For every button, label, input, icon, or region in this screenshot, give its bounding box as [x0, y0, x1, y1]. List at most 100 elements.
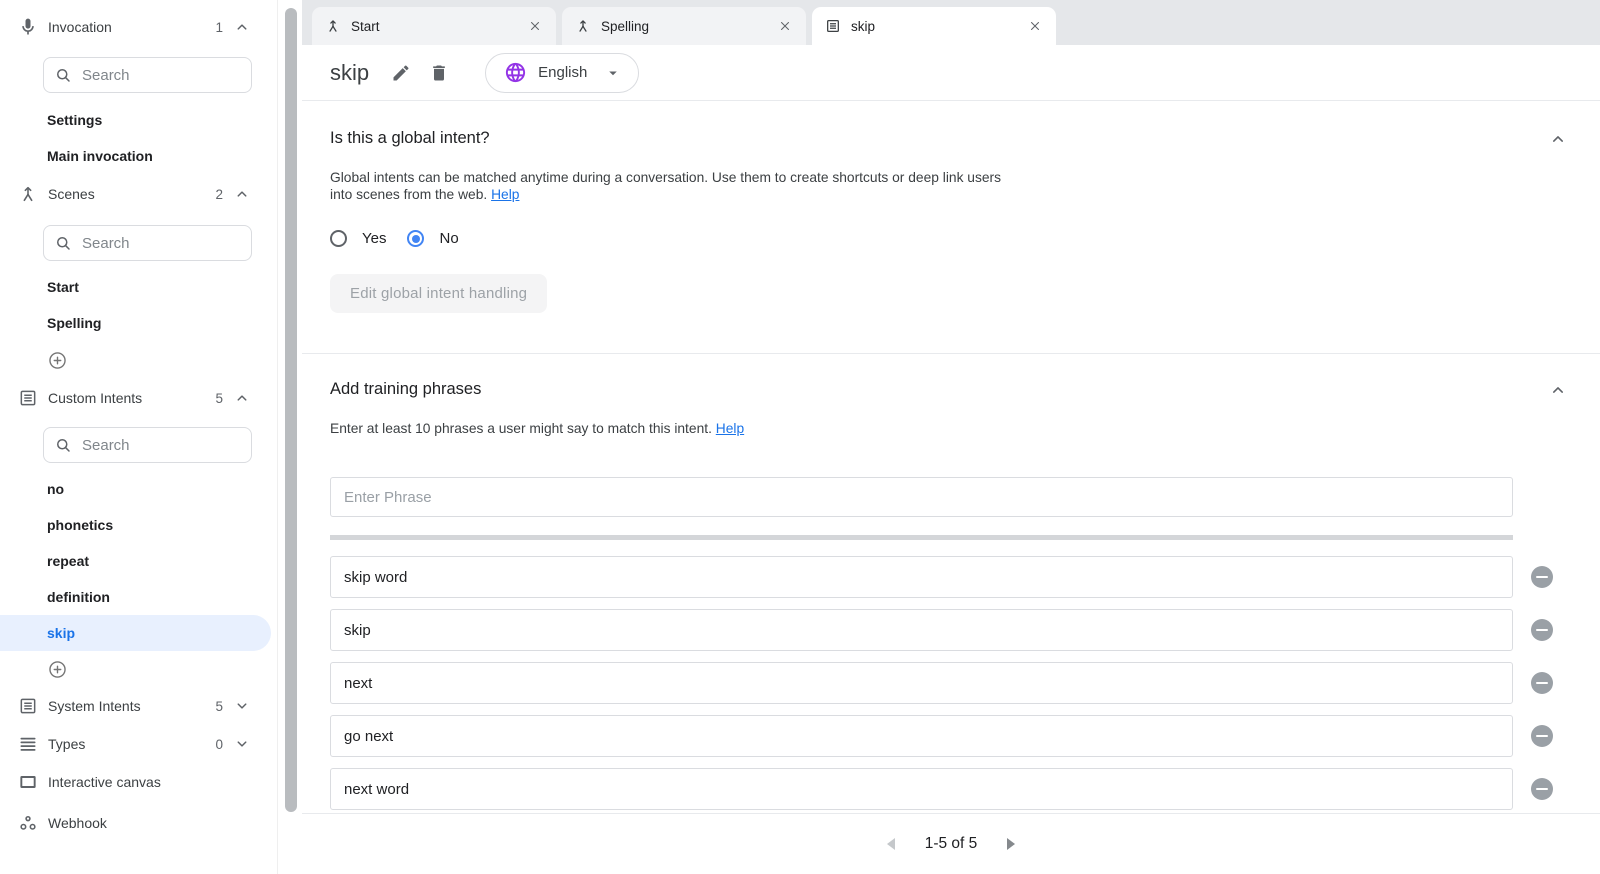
tab-label: skip: [851, 19, 875, 34]
phrase-input[interactable]: [330, 715, 1513, 757]
collapse-card-button[interactable]: [1546, 378, 1570, 402]
sidebar: Invocation 1 Settings Main invocation Sc…: [0, 0, 278, 874]
chevron-up-icon: [233, 389, 251, 407]
pagination: 1-5 of 5: [302, 814, 1600, 874]
sidebar-section-custom-intents[interactable]: Custom Intents 5: [0, 379, 277, 417]
description-text: Enter at least 10 phrases a user might s…: [330, 421, 712, 436]
phrase-input[interactable]: [330, 556, 1513, 598]
edit-global-intent-handling-button[interactable]: Edit global intent handling: [330, 274, 547, 313]
intents-icon: [18, 696, 38, 716]
phrase-input[interactable]: [330, 768, 1513, 810]
intent-header: skip English: [302, 45, 1600, 100]
phrase-input[interactable]: [330, 609, 1513, 651]
sidebar-section-interactive-canvas[interactable]: Interactive canvas: [0, 763, 277, 801]
sidebar-item-spelling[interactable]: Spelling: [0, 305, 277, 341]
sidebar-section-scenes[interactable]: Scenes 2: [0, 174, 277, 214]
section-label: System Intents: [48, 698, 215, 714]
close-icon[interactable]: [778, 19, 792, 33]
chevron-down-icon: [233, 697, 251, 715]
remove-phrase-icon[interactable]: [1531, 619, 1553, 641]
scene-icon: [575, 18, 591, 34]
phrase-row: [330, 715, 1572, 757]
sidebar-section-webhook[interactable]: Webhook: [0, 801, 277, 845]
section-count: 2: [215, 187, 223, 202]
card-heading: Is this a global intent?: [330, 129, 1572, 148]
pagination-label: 1-5 of 5: [925, 835, 978, 853]
chevron-up-icon: [1548, 129, 1568, 149]
global-intent-radio-group: Yes No: [330, 230, 1572, 247]
remove-phrase-icon[interactable]: [1531, 725, 1553, 747]
edit-intent-name-button[interactable]: [387, 59, 415, 87]
radio-selected-icon[interactable]: [407, 230, 424, 247]
next-page-icon[interactable]: [1007, 838, 1015, 850]
sidebar-section-types[interactable]: Types 0: [0, 725, 277, 763]
card-heading: Add training phrases: [330, 380, 1572, 399]
radio-option-yes[interactable]: Yes: [330, 230, 386, 247]
sidebar-section-system-intents[interactable]: System Intents 5: [0, 687, 277, 725]
tab-strip: Start Spelling skip: [302, 0, 1600, 45]
sidebar-item-definition[interactable]: definition: [0, 579, 277, 615]
add-icon[interactable]: [47, 350, 68, 371]
phrase-row: [330, 556, 1572, 598]
collapse-card-button[interactable]: [1546, 127, 1570, 151]
radio-label[interactable]: No: [439, 230, 458, 247]
custom-intents-search: [43, 427, 252, 463]
radio-option-no[interactable]: No: [407, 230, 458, 247]
radio-unselected-icon[interactable]: [330, 230, 347, 247]
help-link[interactable]: Help: [716, 421, 744, 436]
scrollbar-thumb[interactable]: [285, 8, 297, 812]
sidebar-section-invocation[interactable]: Invocation 1: [0, 8, 277, 46]
language-selector[interactable]: English: [485, 53, 639, 93]
radio-label[interactable]: Yes: [362, 230, 386, 247]
sidebar-item-main-invocation[interactable]: Main invocation: [0, 138, 277, 174]
sidebar-section-partial: [0, 859, 277, 874]
trash-icon: [429, 63, 449, 83]
help-link[interactable]: Help: [491, 187, 519, 202]
enter-phrase-input[interactable]: [330, 477, 1513, 517]
remove-phrase-icon[interactable]: [1531, 672, 1553, 694]
tab-skip[interactable]: skip: [812, 7, 1056, 45]
tab-start[interactable]: Start: [312, 7, 556, 45]
add-scene-row: [0, 341, 277, 379]
chevron-up-icon: [233, 18, 251, 36]
sidebar-item-no[interactable]: no: [0, 471, 277, 507]
tab-spelling[interactable]: Spelling: [562, 7, 806, 45]
phrase-row: [330, 768, 1572, 810]
search-input[interactable]: [82, 67, 241, 84]
webhook-icon: [18, 813, 38, 833]
sidebar-item-phonetics[interactable]: phonetics: [0, 507, 277, 543]
card-description: Enter at least 10 phrases a user might s…: [330, 420, 1230, 437]
sidebar-item-start[interactable]: Start: [0, 269, 277, 305]
close-icon[interactable]: [1028, 19, 1042, 33]
previous-page-icon[interactable]: [887, 838, 895, 850]
close-icon[interactable]: [528, 19, 542, 33]
add-intent-row: [0, 651, 277, 687]
intent-icon: [825, 18, 841, 34]
remove-phrase-icon[interactable]: [1531, 566, 1553, 588]
remove-phrase-icon[interactable]: [1531, 778, 1553, 800]
scenes-search: [43, 225, 252, 261]
section-label: Webhook: [48, 815, 251, 831]
section-count: 5: [215, 391, 223, 406]
section-count: 5: [215, 699, 223, 714]
invocation-search: [43, 57, 252, 93]
scenes-icon: [18, 184, 38, 204]
global-intent-card: Is this a global intent? Global intents …: [302, 101, 1600, 353]
sidebar-item-settings[interactable]: Settings: [0, 102, 277, 138]
main-content: Start Spelling skip skip: [302, 0, 1600, 874]
section-label: Interactive canvas: [48, 774, 251, 790]
tab-label: Start: [351, 19, 380, 34]
sidebar-item-repeat[interactable]: repeat: [0, 543, 277, 579]
sidebar-item-skip[interactable]: skip: [0, 615, 271, 651]
mic-icon: [18, 17, 38, 37]
search-icon: [54, 234, 72, 252]
search-input[interactable]: [82, 235, 241, 252]
horizontal-scrollbar[interactable]: [330, 535, 1513, 540]
delete-intent-button[interactable]: [425, 59, 453, 87]
add-icon[interactable]: [47, 659, 68, 680]
section-label: Custom Intents: [48, 390, 215, 406]
description-text: Global intents can be matched anytime du…: [330, 170, 1001, 202]
phrase-input[interactable]: [330, 662, 1513, 704]
phrase-row: [330, 662, 1572, 704]
search-input[interactable]: [82, 437, 241, 454]
